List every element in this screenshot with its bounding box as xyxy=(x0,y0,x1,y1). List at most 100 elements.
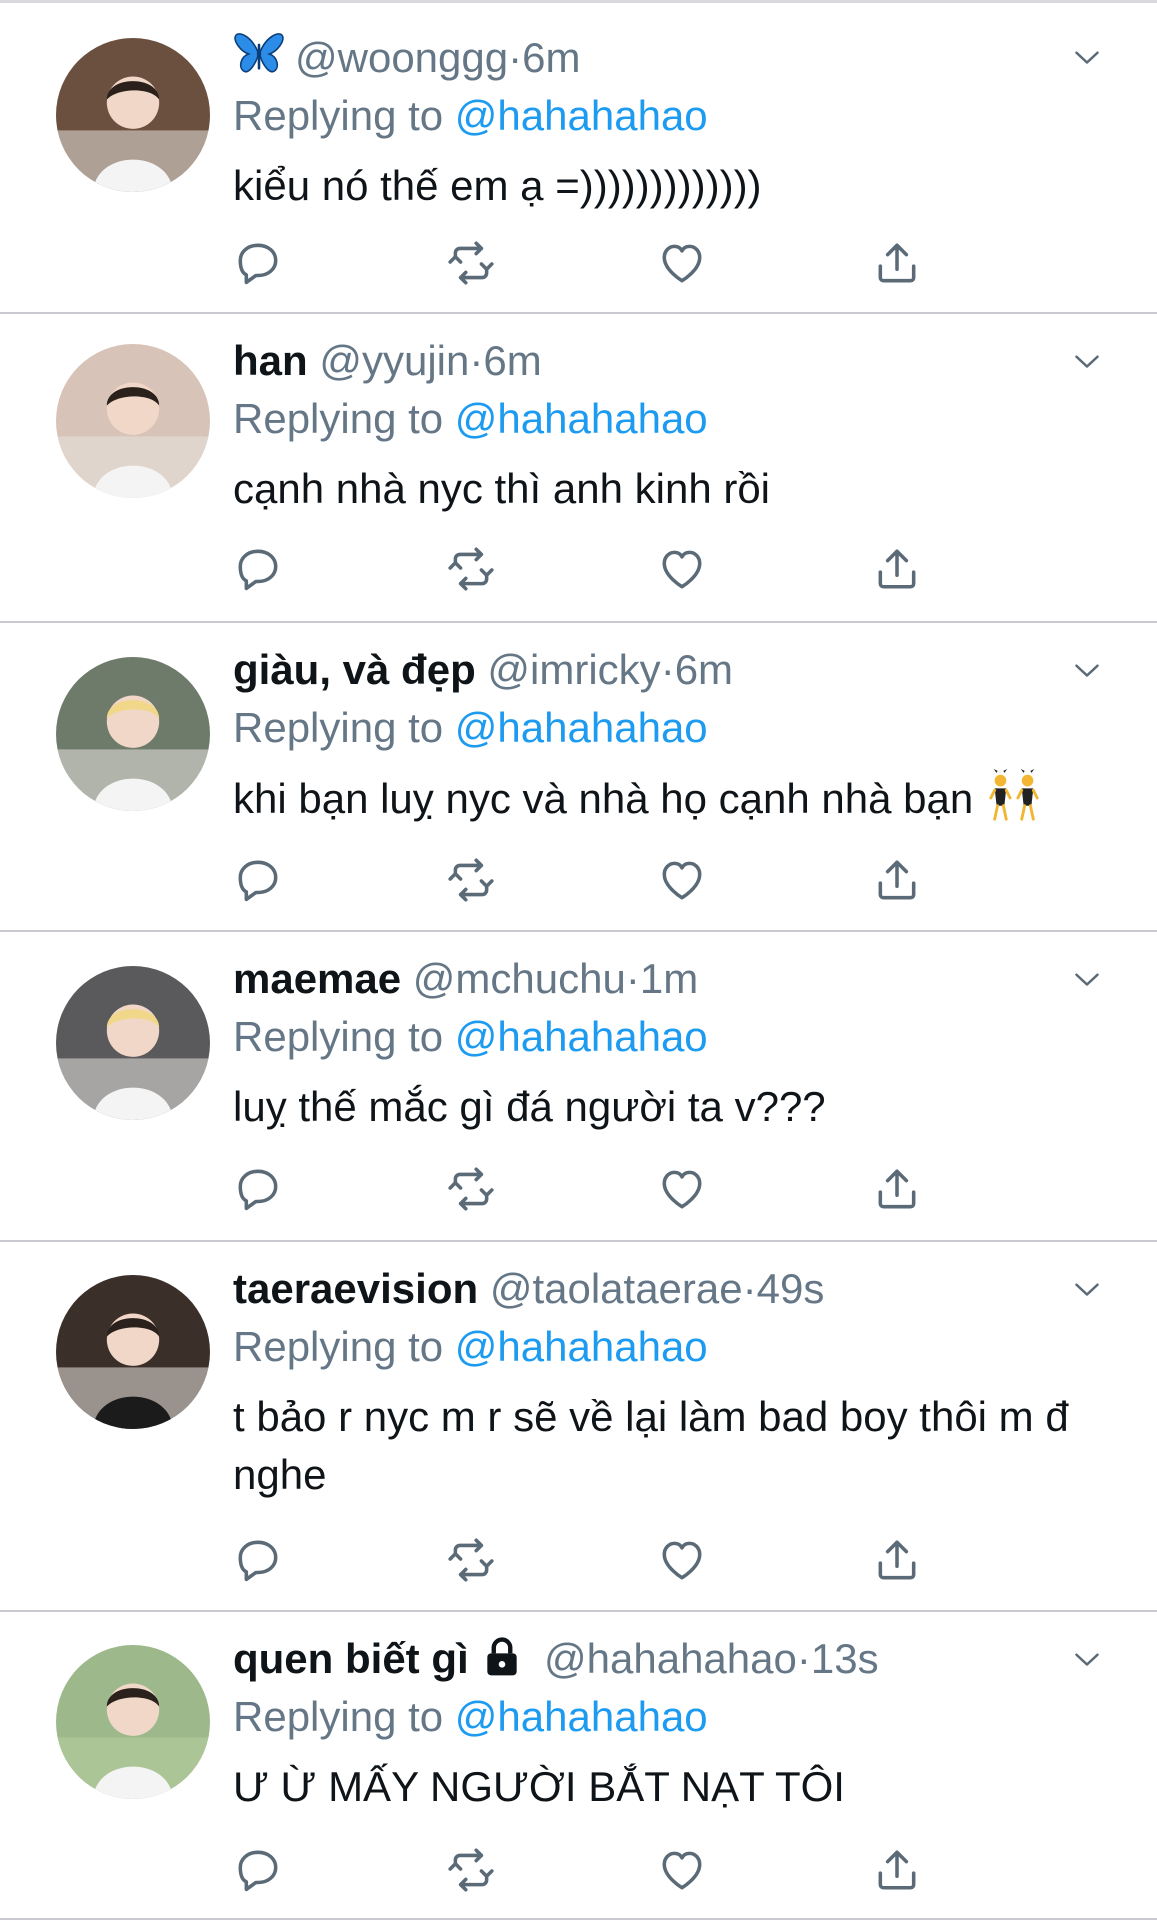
reply-icon[interactable] xyxy=(233,238,283,288)
tweet-text: luỵ thế mắc gì đá người ta v??? xyxy=(233,1083,826,1130)
avatar[interactable] xyxy=(56,38,210,192)
tweet[interactable]: quen biết gì @hahahahao·13s Replying to @… xyxy=(0,1612,1157,1920)
dancers-emoji-icon xyxy=(985,769,1043,825)
chevron-down-icon[interactable] xyxy=(1069,1642,1105,1678)
tweet-text: Ư Ừ MẤY NGƯỜI BẮT NẠT TÔI xyxy=(233,1763,845,1810)
tweet-header: quen biết gì @hahahahao·13s xyxy=(233,1630,1087,1688)
handle[interactable]: @hahahahao xyxy=(544,1635,797,1682)
handle[interactable]: @woonggg xyxy=(295,34,508,81)
share-icon[interactable] xyxy=(872,544,922,594)
tweet-text-block: cạnh nhà nyc thì anh kinh rồi xyxy=(233,460,1087,518)
like-icon[interactable] xyxy=(657,238,707,288)
retweet-icon[interactable] xyxy=(446,544,496,594)
tweet-text-block: khi bạn luỵ nyc và nhà họ cạnh nhà bạn xyxy=(233,769,1087,828)
replying-to-line: Replying to @hahahahao xyxy=(233,390,1087,448)
replying-to-line: Replying to @hahahahao xyxy=(233,1318,1087,1376)
reply-icon[interactable] xyxy=(233,1164,283,1214)
tweet-actions xyxy=(233,238,933,294)
chevron-down-icon[interactable] xyxy=(1069,40,1105,76)
display-name[interactable]: han xyxy=(233,337,308,384)
reply-icon[interactable] xyxy=(233,855,283,905)
timestamp[interactable]: 6m xyxy=(675,646,733,693)
mention-link[interactable]: @hahahahao xyxy=(455,92,708,139)
mention-link[interactable]: @hahahahao xyxy=(455,704,708,751)
tweet[interactable]: giàu, và đẹp @imricky·6m Replying to @hah… xyxy=(0,623,1157,932)
mention-link[interactable]: @hahahahao xyxy=(455,1323,708,1370)
replying-to-label: Replying to xyxy=(233,1323,444,1370)
avatar[interactable] xyxy=(56,657,210,811)
tweet-header: han @yyujin·6m xyxy=(233,332,1087,390)
handle[interactable]: @imricky xyxy=(487,646,660,693)
handle[interactable]: @mchuchu xyxy=(413,955,626,1002)
tweet-actions xyxy=(233,855,933,911)
tweet[interactable]: maemae @mchuchu·1m Replying to @hahahahao… xyxy=(0,932,1157,1242)
tweet-actions xyxy=(233,1164,933,1220)
mention-link[interactable]: @hahahahao xyxy=(455,395,708,442)
timestamp[interactable]: 6m xyxy=(483,337,541,384)
avatar[interactable] xyxy=(56,1645,210,1799)
chevron-down-icon[interactable] xyxy=(1069,653,1105,689)
reply-icon[interactable] xyxy=(233,1535,283,1585)
chevron-down-icon[interactable] xyxy=(1069,1272,1105,1308)
replying-to-line: Replying to @hahahahao xyxy=(233,1008,1087,1066)
tweet-text: cạnh nhà nyc thì anh kinh rồi xyxy=(233,465,771,512)
avatar[interactable] xyxy=(56,966,210,1120)
tweet-header: maemae @mchuchu·1m xyxy=(233,950,1087,1008)
share-icon[interactable] xyxy=(872,1535,922,1585)
chevron-down-icon[interactable] xyxy=(1069,344,1105,380)
tweet-text: t bảo r nyc m r sẽ về lại làm bad boy th… xyxy=(233,1393,1069,1498)
handle[interactable]: @taolataerae xyxy=(490,1265,743,1312)
tweet[interactable]: @woonggg·6m Replying to @hahahahao kiểu nó… xyxy=(0,3,1157,314)
display-name[interactable]: maemae xyxy=(233,955,401,1002)
separator-dot: · xyxy=(469,337,484,384)
tweet[interactable]: taeraevision @taolataerae·49s Replying to… xyxy=(0,1242,1157,1612)
like-icon[interactable] xyxy=(657,544,707,594)
tweet-text-block: t bảo r nyc m r sẽ về lại làm bad boy th… xyxy=(233,1388,1087,1504)
retweet-icon[interactable] xyxy=(446,1164,496,1214)
timestamp[interactable]: 6m xyxy=(522,34,580,81)
tweet-header: @woonggg·6m xyxy=(233,28,1087,87)
like-icon[interactable] xyxy=(657,1164,707,1214)
reply-icon[interactable] xyxy=(233,544,283,594)
share-icon[interactable] xyxy=(872,1164,922,1214)
mention-link[interactable]: @hahahahao xyxy=(455,1693,708,1740)
lock-icon xyxy=(480,1635,524,1679)
butterfly-icon xyxy=(233,28,285,80)
tweet-content: giàu, và đẹp @imricky·6m Replying to @hah… xyxy=(233,641,1087,828)
like-icon[interactable] xyxy=(657,1535,707,1585)
mention-link[interactable]: @hahahahao xyxy=(455,1013,708,1060)
separator-dot: · xyxy=(660,646,675,693)
tweet-header: taeraevision @taolataerae·49s xyxy=(233,1260,1087,1318)
tweet-header: giàu, và đẹp @imricky·6m xyxy=(233,641,1087,699)
avatar[interactable] xyxy=(56,344,210,498)
tweet[interactable]: han @yyujin·6m Replying to @hahahahao cạnh… xyxy=(0,314,1157,623)
timestamp[interactable]: 1m xyxy=(640,955,698,1002)
like-icon[interactable] xyxy=(657,1845,707,1895)
like-icon[interactable] xyxy=(657,855,707,905)
tweet-actions xyxy=(233,1845,933,1901)
tweet-content: @woonggg·6m Replying to @hahahahao kiểu nó… xyxy=(233,28,1087,215)
share-icon[interactable] xyxy=(872,238,922,288)
display-name[interactable]: taeraevision xyxy=(233,1265,478,1312)
timestamp[interactable]: 13s xyxy=(811,1635,879,1682)
retweet-icon[interactable] xyxy=(446,238,496,288)
tweet-content: maemae @mchuchu·1m Replying to @hahahahao… xyxy=(233,950,1087,1136)
replying-to-line: Replying to @hahahahao xyxy=(233,87,1087,145)
display-name[interactable]: quen biết gì xyxy=(233,1635,469,1682)
reply-icon[interactable] xyxy=(233,1845,283,1895)
retweet-icon[interactable] xyxy=(446,855,496,905)
replying-to-line: Replying to @hahahahao xyxy=(233,1688,1087,1746)
tweet-content: taeraevision @taolataerae·49s Replying to… xyxy=(233,1260,1087,1504)
share-icon[interactable] xyxy=(872,1845,922,1895)
display-name[interactable]: giàu, và đẹp xyxy=(233,646,476,693)
timestamp[interactable]: 49s xyxy=(757,1265,825,1312)
separator-dot: · xyxy=(796,1635,811,1682)
replying-to-label: Replying to xyxy=(233,395,444,442)
separator-dot: · xyxy=(625,955,640,1002)
share-icon[interactable] xyxy=(872,855,922,905)
chevron-down-icon[interactable] xyxy=(1069,962,1105,998)
avatar[interactable] xyxy=(56,1275,210,1429)
retweet-icon[interactable] xyxy=(446,1535,496,1585)
retweet-icon[interactable] xyxy=(446,1845,496,1895)
handle[interactable]: @yyujin xyxy=(319,337,469,384)
